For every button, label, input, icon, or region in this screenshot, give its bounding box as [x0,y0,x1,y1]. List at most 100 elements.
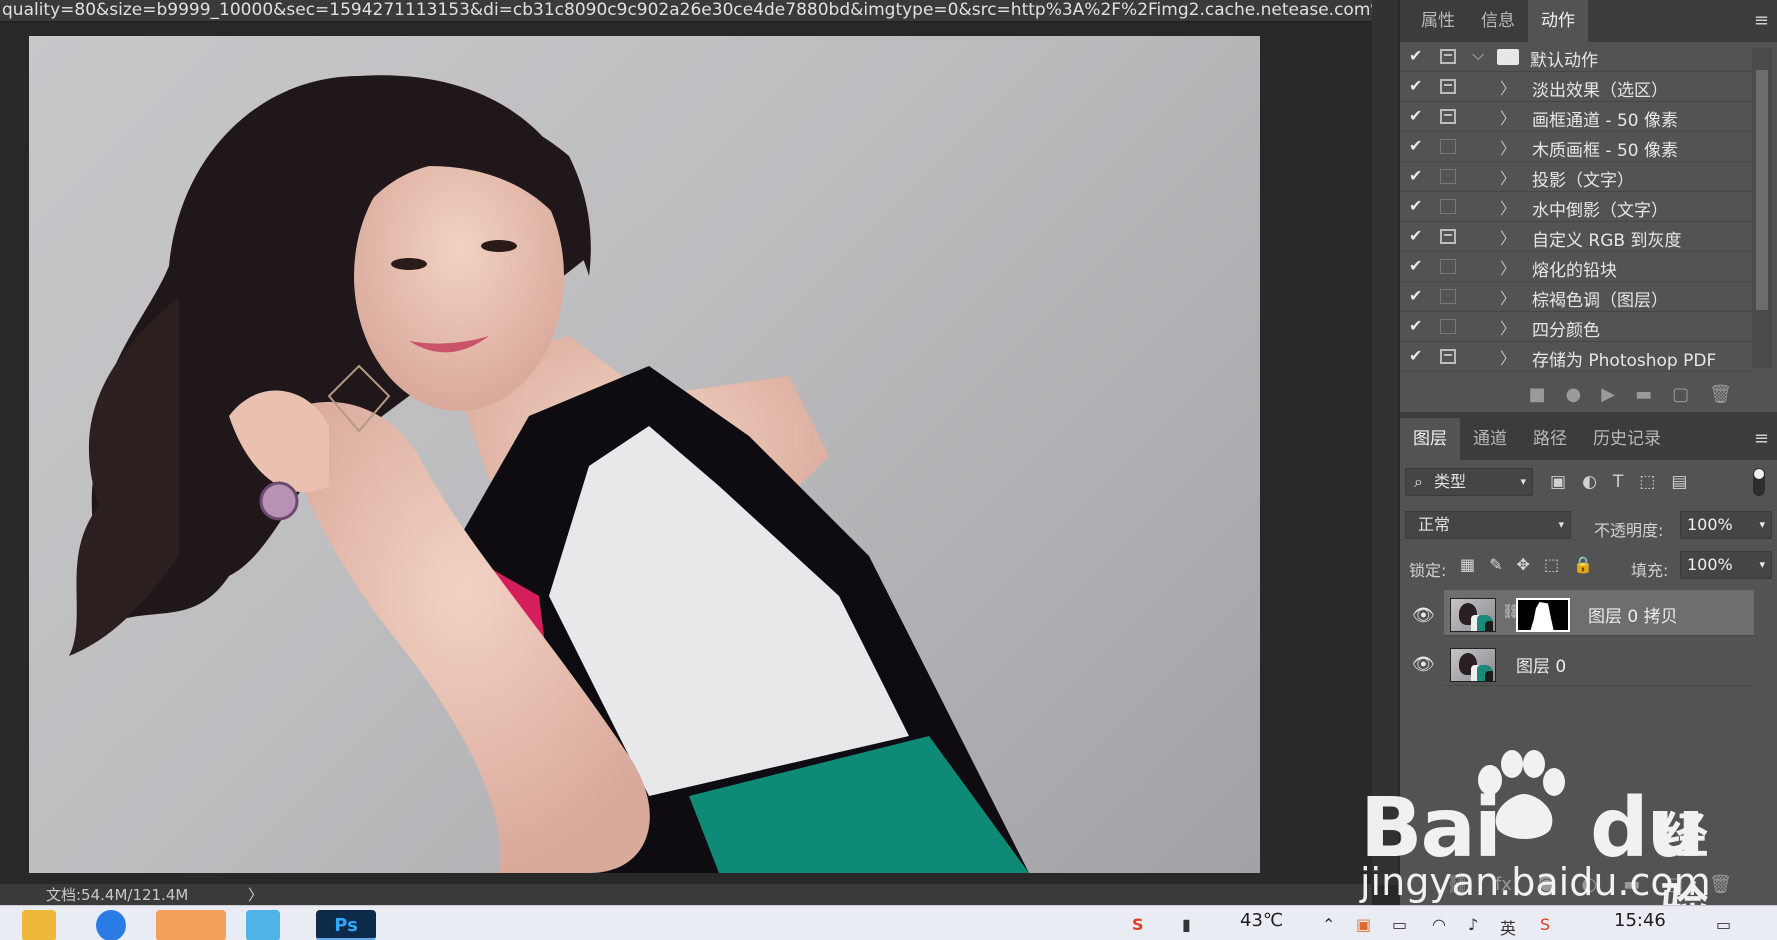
expand-arrow-icon[interactable]: 〉 [1500,195,1516,219]
visibility-eye-icon[interactable]: 👁 [1412,654,1435,675]
layer-row-copy[interactable]: ⛓ 图层 0 拷贝 [1444,590,1754,636]
new-set-icon[interactable]: ▬ [1635,384,1652,405]
lock-all-icon[interactable]: 🔒 [1573,555,1593,574]
action-item[interactable]: ✔ 〉 投影（文字） [1400,162,1752,192]
check-icon[interactable]: ✔ [1409,46,1425,65]
dialog-toggle-icon[interactable] [1440,229,1456,244]
volume-icon[interactable]: ♪ [1468,915,1478,934]
lock-image-icon[interactable]: ✎ [1489,555,1502,574]
action-item[interactable]: ✔ 〉 存储为 Photoshop PDF [1400,342,1752,372]
play-icon[interactable]: ▶ [1601,384,1615,405]
lock-artboard-icon[interactable]: ⬚ [1544,555,1559,574]
lock-position-icon[interactable]: ✥ [1517,555,1530,574]
check-icon[interactable]: ✔ [1409,346,1425,365]
tab-channels[interactable]: 通道 [1460,418,1520,460]
shape-filter-icon[interactable]: ⬚ [1639,472,1655,492]
action-item[interactable]: ✔ 〉 水中倒影（文字） [1400,192,1752,222]
action-item[interactable]: ✔ 〉 自定义 RGB 到灰度 [1400,222,1752,252]
check-icon[interactable]: ✔ [1409,256,1425,275]
wifi-icon[interactable]: ◠ [1432,915,1446,934]
sogou-input-icon[interactable]: S [1132,915,1144,934]
dialog-toggle-icon[interactable] [1440,289,1456,304]
usb-icon[interactable]: ▮ [1182,915,1191,934]
action-item[interactable]: ✔ 〉 画框通道 - 50 像素 [1400,102,1752,132]
dialog-toggle-icon[interactable] [1440,349,1456,364]
image-canvas[interactable] [29,36,1260,873]
expand-arrow-icon[interactable]: 〉 [1500,75,1516,99]
expand-arrow-icon[interactable]: 〉 [1500,285,1516,309]
browser-icon[interactable] [96,910,126,940]
new-action-icon[interactable]: ▢ [1672,384,1689,405]
scrollbar-thumb[interactable] [1756,70,1768,310]
adjustment-filter-icon[interactable]: ◐ [1582,472,1597,492]
image-filter-icon[interactable]: ▣ [1550,472,1566,492]
media-app-icon[interactable] [246,910,280,940]
tab-info[interactable]: 信息 [1468,0,1528,42]
action-item[interactable]: ✔ 〉 棕褐色调（图层） [1400,282,1752,312]
stop-icon[interactable]: ■ [1529,384,1546,405]
action-item[interactable]: ✔ 〉 熔化的铅块 [1400,252,1752,282]
check-icon[interactable]: ✔ [1409,76,1425,95]
tab-paths[interactable]: 路径 [1520,418,1580,460]
check-icon[interactable]: ✔ [1409,226,1425,245]
expand-arrow-icon[interactable]: 〉 [1500,345,1516,369]
check-icon[interactable]: ✔ [1409,196,1425,215]
layers-panel-menu-icon[interactable]: ≡ [1754,428,1769,449]
layer-name[interactable]: 图层 0 拷贝 [1588,602,1678,627]
action-set-default[interactable]: ✔ ⌵ 默认动作 [1400,42,1752,72]
expand-arrow-icon[interactable]: 〉 [1500,165,1516,189]
dialog-toggle-icon[interactable] [1440,109,1456,124]
dialog-toggle-icon[interactable] [1440,169,1456,184]
check-icon[interactable]: ✔ [1409,136,1425,155]
dialog-toggle-icon[interactable] [1440,49,1456,64]
tray-app-icon[interactable]: ▣ [1356,915,1371,934]
opacity-field[interactable]: 100% ▾ [1680,511,1772,539]
expand-arrow-icon[interactable]: 〉 [1500,255,1516,279]
actions-scrollbar[interactable] [1752,48,1772,368]
layer-filter-select[interactable]: ⌕ 类型 ▾ [1405,468,1533,496]
ime-icon[interactable]: 英 [1500,915,1516,939]
tab-history[interactable]: 历史记录 [1580,418,1674,460]
tab-layers[interactable]: 图层 [1400,418,1460,460]
tab-actions[interactable]: 动作 [1528,0,1588,42]
visibility-eye-icon[interactable]: 👁 [1412,605,1435,626]
expand-arrow-icon[interactable]: 〉 [1500,315,1516,339]
battery-icon[interactable]: ▭ [1392,915,1407,934]
delete-icon[interactable]: 🗑 [1709,384,1732,405]
notification-icon[interactable]: ▭ [1716,915,1731,934]
action-item[interactable]: ✔ 〉 淡出效果（选区） [1400,72,1752,102]
photoshop-taskbar-icon[interactable]: Ps [316,910,376,940]
file-explorer-icon[interactable] [22,910,56,940]
sogou-tray-icon[interactable]: S [1540,915,1550,934]
tab-properties[interactable]: 属性 [1408,0,1468,42]
chevron-up-icon[interactable]: ⌃ [1322,915,1335,934]
check-icon[interactable]: ✔ [1409,106,1425,125]
type-filter-icon[interactable]: T [1613,472,1623,492]
check-icon[interactable]: ✔ [1409,286,1425,305]
dialog-toggle-icon[interactable] [1440,139,1456,154]
blend-mode-select[interactable]: 正常 ▾ [1405,511,1571,539]
filter-toggle[interactable] [1753,468,1765,496]
action-item[interactable]: ✔ 〉 木质画框 - 50 像素 [1400,132,1752,162]
smart-object-filter-icon[interactable]: ▤ [1671,472,1687,492]
document-tab[interactable]: quality=80&size=b9999_10000&sec=15942711… [0,0,1372,22]
status-menu-arrow[interactable]: 〉 [248,884,263,906]
expand-arrow-icon[interactable]: 〉 [1500,105,1516,129]
expand-arrow-icon[interactable]: 〉 [1500,135,1516,159]
record-icon[interactable]: ● [1566,384,1582,405]
action-item[interactable]: ✔ 〉 四分颜色 [1400,312,1752,342]
dialog-toggle-icon[interactable] [1440,259,1456,274]
dialog-toggle-icon[interactable] [1440,199,1456,214]
expand-arrow-icon[interactable]: 〉 [1500,225,1516,249]
wechat-icon[interactable] [156,910,226,940]
check-icon[interactable]: ✔ [1409,316,1425,335]
check-icon[interactable]: ✔ [1409,166,1425,185]
panel-menu-icon[interactable]: ≡ [1754,10,1769,31]
dialog-toggle-icon[interactable] [1440,79,1456,94]
chevron-down-icon[interactable]: ⌵ [1472,45,1484,65]
fill-field[interactable]: 100% ▾ [1680,551,1772,579]
layer-name[interactable]: 图层 0 [1516,652,1566,677]
layer-row-base[interactable]: 图层 0 [1444,640,1754,686]
layer-mask-thumbnail[interactable] [1516,598,1570,632]
dialog-toggle-icon[interactable] [1440,319,1456,334]
